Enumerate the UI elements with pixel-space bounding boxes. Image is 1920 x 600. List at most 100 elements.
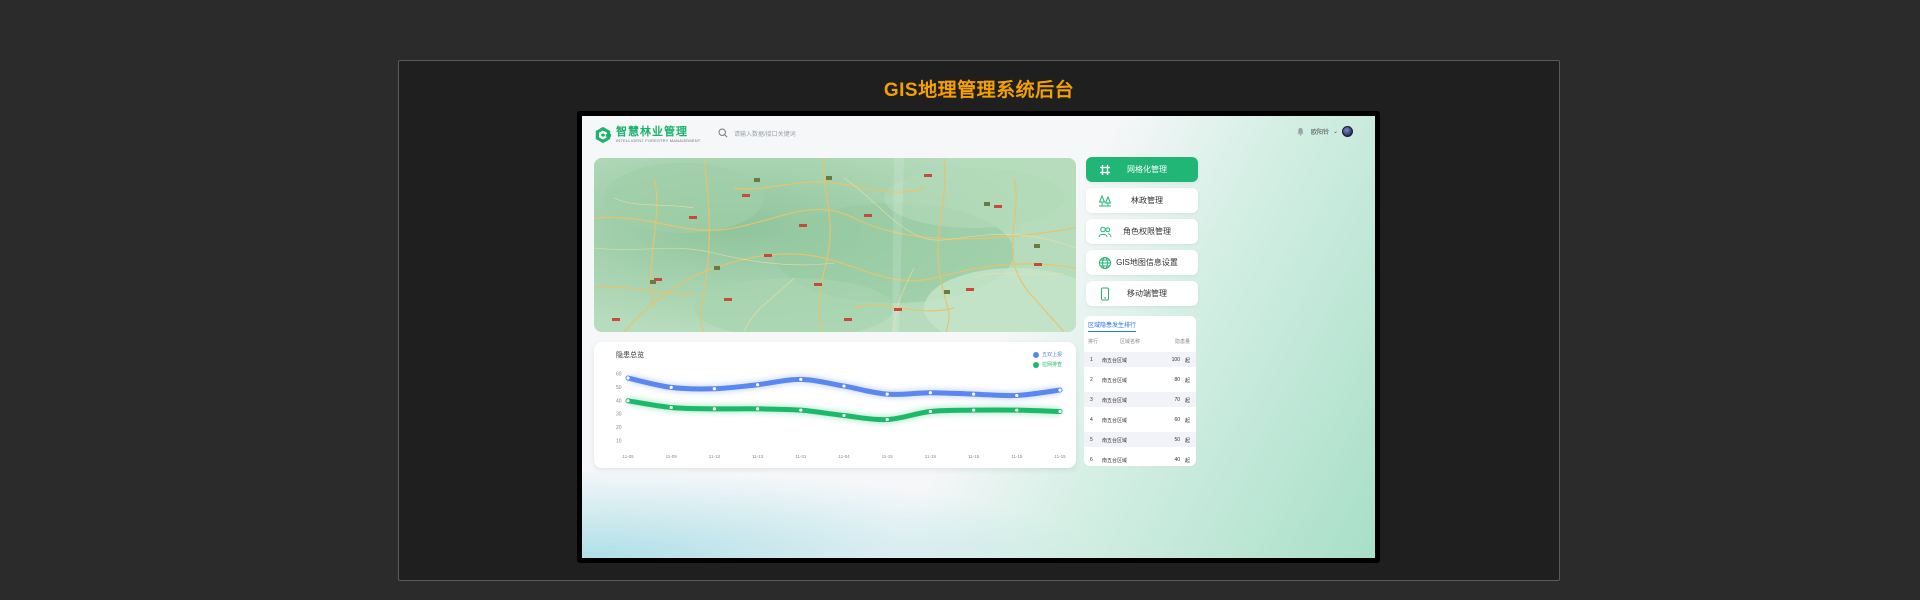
row-rank: 4 <box>1090 417 1093 423</box>
data-point <box>1014 393 1020 398</box>
globe-icon <box>1099 257 1111 269</box>
row-rank: 3 <box>1090 397 1093 403</box>
user-menu[interactable]: 欧阳铃 ⌄ <box>1296 126 1353 137</box>
row-unit: 起 <box>1184 358 1190 364</box>
data-point <box>668 385 674 390</box>
data-point <box>625 398 631 404</box>
data-point <box>841 383 847 389</box>
logo-subtitle: INTELLIGENT FORESTRY MANAGEMENT <box>616 138 701 143</box>
table-row[interactable]: 1 南五台区域 100 起 <box>1084 352 1196 367</box>
data-point <box>755 406 761 412</box>
y-tick-label: 60 <box>616 372 622 378</box>
row-name: 南五台区域 <box>1102 438 1128 444</box>
table-row[interactable]: 6 南五台区域 40 起 <box>1084 452 1196 466</box>
menu-item-grid-management[interactable]: 网格化管理 <box>1086 157 1198 182</box>
x-tick-label: 11-09 <box>666 454 678 459</box>
row-name: 南五台区域 <box>1102 358 1128 364</box>
hazard-overview-chart: 隐患总览 五双上报 拉网排查 60 50 40 30 20 10 11-05 1… <box>594 342 1076 468</box>
search-input[interactable]: 请输入数据/接口关键词 <box>734 129 796 138</box>
app-logo[interactable]: 智慧林业管理 INTELLIGENT FORESTRY MANAGEMENT <box>594 126 700 144</box>
y-tick-label: 40 <box>616 398 622 404</box>
data-point <box>712 406 717 412</box>
side-menu: 网格化管理 林政管理 角色权限管理 GIS地图信息设置 移动端管理 <box>1086 157 1198 312</box>
search-box[interactable]: 请输入数据/接口关键词 <box>718 128 796 138</box>
row-count: 60 <box>1174 417 1180 423</box>
data-point <box>755 382 761 388</box>
chevron-down-icon[interactable]: ⌄ <box>1333 128 1338 135</box>
row-unit: 起 <box>1184 378 1190 384</box>
col-rank-header: 排行 <box>1088 339 1099 345</box>
row-count: 80 <box>1174 377 1180 383</box>
map-canvas[interactable] <box>594 158 1076 332</box>
line-chart-plot: 60 50 40 30 20 10 11-05 11-09 11-13 11-13 11-31 11… <box>616 372 1066 460</box>
data-point <box>884 417 890 422</box>
data-point <box>798 407 804 413</box>
table-row[interactable]: 4 南五台区域 60 起 <box>1084 412 1196 427</box>
row-name: 南五台区域 <box>1102 458 1128 464</box>
menu-item-gis-settings[interactable]: GIS地图信息设置 <box>1086 250 1198 275</box>
app-screen: 智慧林业管理 INTELLIGENT FORESTRY MANAGEMENT 请… <box>582 116 1375 558</box>
x-tick-label: 11-05 <box>622 454 634 459</box>
gis-map[interactable] <box>594 158 1076 332</box>
data-point <box>1057 409 1063 414</box>
y-tick-label: 20 <box>616 425 622 431</box>
monitor-bezel: 智慧林业管理 INTELLIGENT FORESTRY MANAGEMENT 请… <box>577 111 1380 563</box>
data-point <box>798 376 804 382</box>
row-name: 南五台区域 <box>1102 378 1128 384</box>
y-tick-label: 30 <box>616 412 622 418</box>
user-name[interactable]: 欧阳铃 <box>1311 127 1329 136</box>
row-unit: 起 <box>1184 418 1190 424</box>
data-point <box>927 390 933 396</box>
data-point <box>971 407 977 413</box>
data-point <box>625 375 631 381</box>
grid-hash-icon <box>1100 165 1110 175</box>
ranking-header: 排行 区域名称 隐患量 <box>1084 338 1196 348</box>
row-rank: 5 <box>1090 437 1093 443</box>
x-tick-label: 11-15 <box>925 454 937 459</box>
row-rank: 2 <box>1090 377 1093 383</box>
menu-item-forestry-admin[interactable]: 林政管理 <box>1086 188 1198 213</box>
data-point <box>668 405 674 410</box>
data-point <box>927 409 933 414</box>
mobile-icon <box>1101 287 1109 301</box>
table-row[interactable]: 5 南五台区域 50 起 <box>1084 432 1196 447</box>
avatar[interactable] <box>1342 126 1353 137</box>
x-tick-label: 11-13 <box>752 454 764 459</box>
search-icon[interactable] <box>718 128 728 138</box>
bell-icon[interactable] <box>1296 127 1305 136</box>
row-unit: 起 <box>1184 458 1190 464</box>
users-icon <box>1098 226 1112 238</box>
menu-item-role-permissions[interactable]: 角色权限管理 <box>1086 219 1198 244</box>
row-count: 70 <box>1174 397 1180 403</box>
row-count: 100 <box>1171 357 1180 363</box>
x-tick-label: 11-13 <box>709 454 721 459</box>
data-point <box>1014 407 1020 413</box>
table-row[interactable]: 3 南五台区域 70 起 <box>1084 392 1196 407</box>
data-point <box>841 413 847 418</box>
showcase-frame: GIS地理管理系统后台 智慧林业管理 INTELLIGENT FORESTRY … <box>398 60 1560 581</box>
row-unit: 起 <box>1184 398 1190 404</box>
trees-icon <box>1098 194 1112 207</box>
row-count: 50 <box>1174 437 1180 443</box>
tab-region-ranking[interactable]: 区域隐患发生排行 <box>1088 320 1137 332</box>
data-point <box>712 386 717 392</box>
x-tick-label: 11-31 <box>795 454 807 459</box>
row-rank: 6 <box>1090 457 1093 463</box>
x-tick-label: 11-15 <box>1054 454 1066 459</box>
region-ranking-panel: 区域隐患发生排行 排行 区域名称 隐患量 1 南五台区域 100 起 2 南五台… <box>1084 316 1196 466</box>
row-name: 南五台区域 <box>1102 398 1128 404</box>
col-count-header: 隐患量 <box>1174 339 1190 345</box>
page-title: GIS地理管理系统后台 <box>883 80 1075 101</box>
y-tick-label: 50 <box>616 385 622 391</box>
col-name-header: 区域名称 <box>1120 339 1141 345</box>
row-name: 南五台区域 <box>1102 418 1128 424</box>
logo-mark-icon <box>595 126 612 144</box>
x-tick-label: 11-04 <box>838 454 850 459</box>
menu-item-mobile[interactable]: 移动端管理 <box>1086 281 1198 306</box>
x-tick-label: 11-15 <box>882 454 894 459</box>
x-tick-label: 11-15 <box>968 454 980 459</box>
table-row[interactable]: 2 南五台区域 80 起 <box>1084 372 1196 387</box>
x-tick-label: 11-15 <box>1011 454 1023 459</box>
row-count: 40 <box>1174 457 1180 463</box>
data-point <box>884 391 890 397</box>
